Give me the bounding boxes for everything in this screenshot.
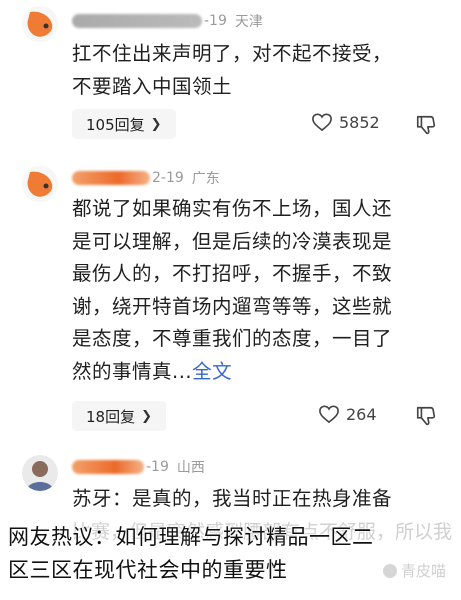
full-text-link[interactable]: 全文	[192, 360, 232, 383]
like-button[interactable]: 264	[318, 404, 377, 424]
heart-outline-icon	[312, 113, 332, 132]
reply-button[interactable]: 18回复 ❯	[72, 401, 166, 431]
dislike-button[interactable]	[415, 405, 437, 431]
avatar[interactable]	[22, 166, 58, 202]
heart-outline-icon	[319, 405, 339, 424]
reply-count: 18回复	[86, 407, 136, 426]
comment-meta: -19 天津	[72, 10, 263, 32]
thumbs-down-icon	[416, 406, 436, 426]
comment-text: 扛不住出来声明了，对不起不接受， 不要踏入中国领土	[72, 42, 393, 98]
watermark-text: 青皮喵	[401, 562, 447, 580]
avatar-image	[22, 455, 58, 491]
comment-date: -19	[204, 13, 227, 29]
avatar[interactable]	[22, 6, 58, 42]
like-count: 264	[346, 404, 377, 424]
avatar[interactable]	[22, 455, 58, 491]
chevron-right-icon: ❯	[150, 116, 162, 132]
watermark: 青皮喵	[383, 560, 446, 581]
reply-count: 105回复	[86, 115, 145, 134]
thumbs-down-icon	[416, 115, 436, 135]
comment-date: -19	[146, 459, 169, 475]
avatar-image	[22, 166, 58, 202]
watermark-logo-icon	[383, 563, 397, 578]
like-button[interactable]: 5852	[311, 112, 380, 132]
comment-location: 山西	[176, 460, 205, 476]
username-redacted	[72, 14, 202, 28]
chevron-right-icon: ❯	[141, 408, 152, 424]
reply-button[interactable]: 105回复 ❯	[72, 109, 176, 139]
comment-location: 天津	[234, 14, 263, 30]
comment-date: 2-19	[152, 170, 184, 186]
comment-text: 都说了如果确实有伤不上场，国人还 是可以理解，但是后续的冷漠表现是 最伤人的，不…	[72, 193, 448, 388]
avatar-image	[22, 6, 58, 42]
comment-location: 广东	[191, 171, 220, 187]
username-redacted	[72, 171, 150, 185]
like-count: 5852	[339, 112, 380, 132]
comment-meta: 2-19 广东	[72, 167, 220, 189]
dislike-button[interactable]	[415, 114, 437, 140]
comment-meta: -19 山西	[72, 456, 205, 478]
comment-text-body: 都说了如果确实有伤不上场，国人还 是可以理解，但是后续的冷漠表现是 最伤人的，不…	[72, 197, 393, 383]
username-redacted	[72, 460, 144, 474]
comment-text: 苏牙：是真的，我当时正在热身准备	[72, 487, 393, 510]
